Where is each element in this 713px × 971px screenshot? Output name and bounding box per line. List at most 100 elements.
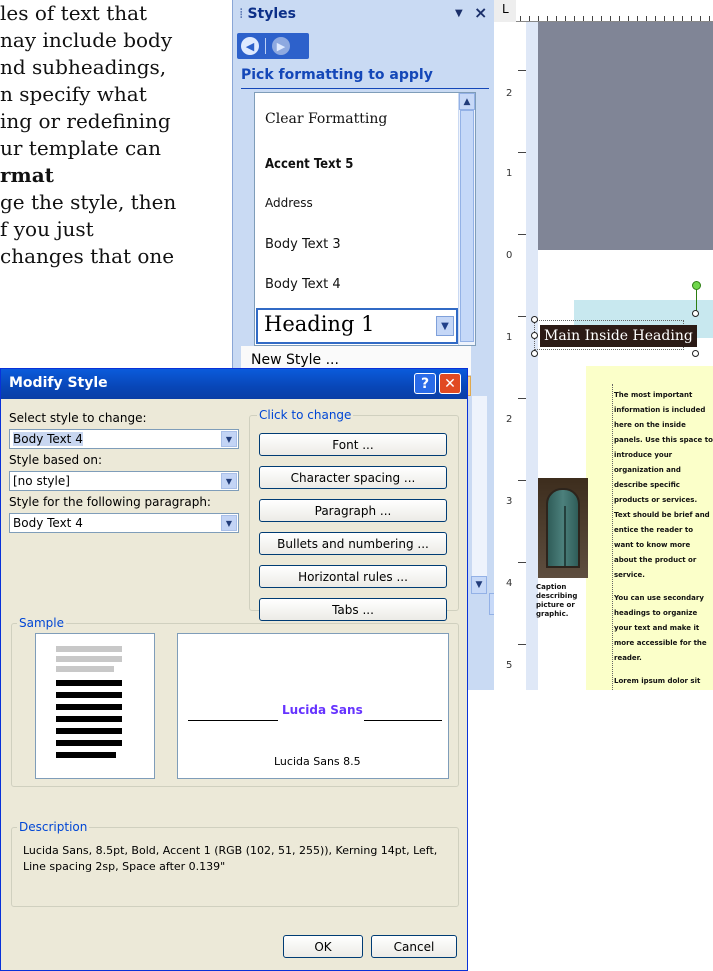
- ruler-number: 0: [506, 250, 513, 261]
- body-paragraph: The most important information is includ…: [614, 391, 713, 579]
- sample-label: Sample: [17, 616, 66, 630]
- nav-divider: [265, 38, 266, 54]
- help-icon[interactable]: ?: [414, 373, 436, 394]
- styles-list[interactable]: Clear Formatting Accent Text 5 Address B…: [254, 92, 476, 346]
- style-item-clear-formatting[interactable]: Clear Formatting: [265, 111, 387, 127]
- following-paragraph-label: Style for the following paragraph:: [9, 495, 211, 509]
- select-style-dropdown[interactable]: Body Text 4 ▼: [9, 429, 239, 449]
- chevron-down-icon[interactable]: ▼: [436, 316, 454, 336]
- style-item-address[interactable]: Address: [265, 196, 313, 210]
- pane-scrollbar[interactable]: [471, 396, 487, 586]
- select-style-value: Body Text 4: [13, 432, 83, 446]
- forward-arrow-icon[interactable]: ▶: [272, 37, 290, 55]
- dialog-titlebar[interactable]: Modify Style ? ✕: [1, 369, 467, 399]
- ruler-number: 2: [506, 88, 513, 99]
- paragraph-button[interactable]: Paragraph ...: [259, 499, 447, 522]
- preview-rule: [188, 720, 278, 721]
- chevron-down-icon[interactable]: ▼: [221, 473, 237, 489]
- chevron-down-icon[interactable]: ▼: [471, 576, 487, 594]
- scroll-thumb[interactable]: [460, 110, 474, 342]
- doc-line: ur template can: [0, 136, 161, 160]
- style-item-body-text-4[interactable]: Body Text 4: [265, 277, 341, 292]
- style-item-heading-1[interactable]: Heading 1 ▼: [256, 308, 458, 344]
- heading-1-label: Heading 1: [264, 312, 375, 336]
- font-button[interactable]: Font ...: [259, 433, 447, 456]
- following-paragraph-dropdown[interactable]: Body Text 4 ▼: [9, 513, 239, 533]
- pane-menu-icon[interactable]: ▼: [455, 8, 463, 19]
- paragraph-preview: [35, 633, 155, 779]
- resize-handle[interactable]: [692, 310, 699, 317]
- preview-line: [56, 752, 116, 758]
- styles-list-scrollbar[interactable]: ▲: [458, 93, 475, 345]
- based-on-dropdown[interactable]: [no style] ▼: [9, 471, 239, 491]
- door-divider: [564, 506, 566, 566]
- new-style-label: New Style ...: [251, 352, 339, 368]
- doc-line: n specify what: [0, 82, 147, 106]
- ruler-tick: [518, 234, 526, 235]
- picture-caption[interactable]: Caption describing picture or graphic.: [536, 583, 586, 619]
- doc-line: nd subheadings,: [0, 55, 167, 79]
- horizontal-rules-button[interactable]: Horizontal rules ...: [259, 565, 447, 588]
- ok-button[interactable]: OK: [283, 935, 363, 958]
- ruler-corner[interactable]: L: [494, 0, 516, 22]
- preview-line: [56, 680, 122, 686]
- horizontal-ruler[interactable]: [494, 0, 713, 22]
- doc-line: les of text that: [0, 1, 148, 25]
- modify-style-dialog: Modify Style ? ✕ Select style to change:…: [0, 368, 468, 971]
- description-text: Lucida Sans, 8.5pt, Bold, Accent 1 (RGB …: [23, 844, 438, 873]
- character-spacing-button[interactable]: Character spacing ...: [259, 466, 447, 489]
- style-item-accent-text-5[interactable]: Accent Text 5: [265, 157, 353, 172]
- ruler-number: 4: [506, 578, 513, 589]
- background-document-text: les of text that nay include body nd sub…: [0, 0, 230, 270]
- door-panel: [546, 488, 580, 568]
- pane-title: Styles: [247, 6, 296, 22]
- chevron-down-icon[interactable]: ▼: [221, 431, 237, 447]
- ruler-tick: [518, 398, 526, 399]
- ruler-tick: [518, 480, 526, 481]
- scroll-up-icon[interactable]: ▲: [459, 93, 475, 110]
- grip-icon[interactable]: ⁞: [239, 6, 243, 22]
- click-to-change-label: Click to change: [257, 408, 354, 422]
- cancel-button[interactable]: Cancel: [371, 935, 457, 958]
- tabs-button[interactable]: Tabs ...: [259, 598, 447, 621]
- close-icon[interactable]: ×: [474, 3, 487, 22]
- preview-line: [56, 646, 122, 652]
- resize-handle[interactable]: [531, 332, 538, 339]
- resize-handle[interactable]: [531, 316, 538, 323]
- ruler-number: 2: [506, 414, 513, 425]
- doc-line: f you just: [0, 217, 94, 241]
- ruler-tick: [518, 70, 526, 71]
- rotate-stem: [696, 289, 697, 311]
- preview-line: [56, 740, 122, 746]
- body-text-block[interactable]: The most important information is includ…: [614, 388, 713, 690]
- pasteboard: [538, 22, 713, 250]
- pane-navigation: ◀ ▶: [237, 33, 309, 59]
- doc-line: changes that one: [0, 244, 175, 268]
- resize-handle[interactable]: [692, 350, 699, 357]
- main-inside-heading[interactable]: Main Inside Heading: [540, 325, 697, 347]
- bullets-numbering-button[interactable]: Bullets and numbering ...: [259, 532, 447, 555]
- rotate-handle[interactable]: [692, 281, 701, 290]
- preview-line: [56, 716, 122, 722]
- divider: [241, 88, 489, 89]
- based-on-value: [no style]: [13, 474, 70, 488]
- doc-line: ing or redefining: [0, 109, 171, 133]
- ruler-tick: [518, 562, 526, 563]
- back-arrow-icon[interactable]: ◀: [241, 37, 259, 55]
- ruler-tick: [518, 152, 526, 153]
- style-item-body-text-3[interactable]: Body Text 3: [265, 237, 341, 252]
- resize-handle[interactable]: [531, 350, 538, 357]
- body-paragraph: Lorem ipsum dolor sit amet, consectetuer…: [614, 677, 701, 685]
- door-picture[interactable]: [538, 478, 588, 578]
- body-paragraph: You can use secondary headings to organi…: [614, 594, 707, 662]
- close-icon[interactable]: ✕: [439, 373, 461, 394]
- select-style-label: Select style to change:: [9, 411, 147, 425]
- chevron-down-icon[interactable]: ▼: [221, 515, 237, 531]
- ruler-tick: [518, 316, 526, 317]
- sample-font-name: Lucida Sans: [282, 703, 363, 717]
- following-paragraph-value: Body Text 4: [13, 516, 83, 530]
- based-on-label: Style based on:: [9, 453, 102, 467]
- preview-line: [56, 692, 122, 698]
- ruler-number: 5: [506, 660, 513, 671]
- doc-line: rmat: [0, 163, 54, 187]
